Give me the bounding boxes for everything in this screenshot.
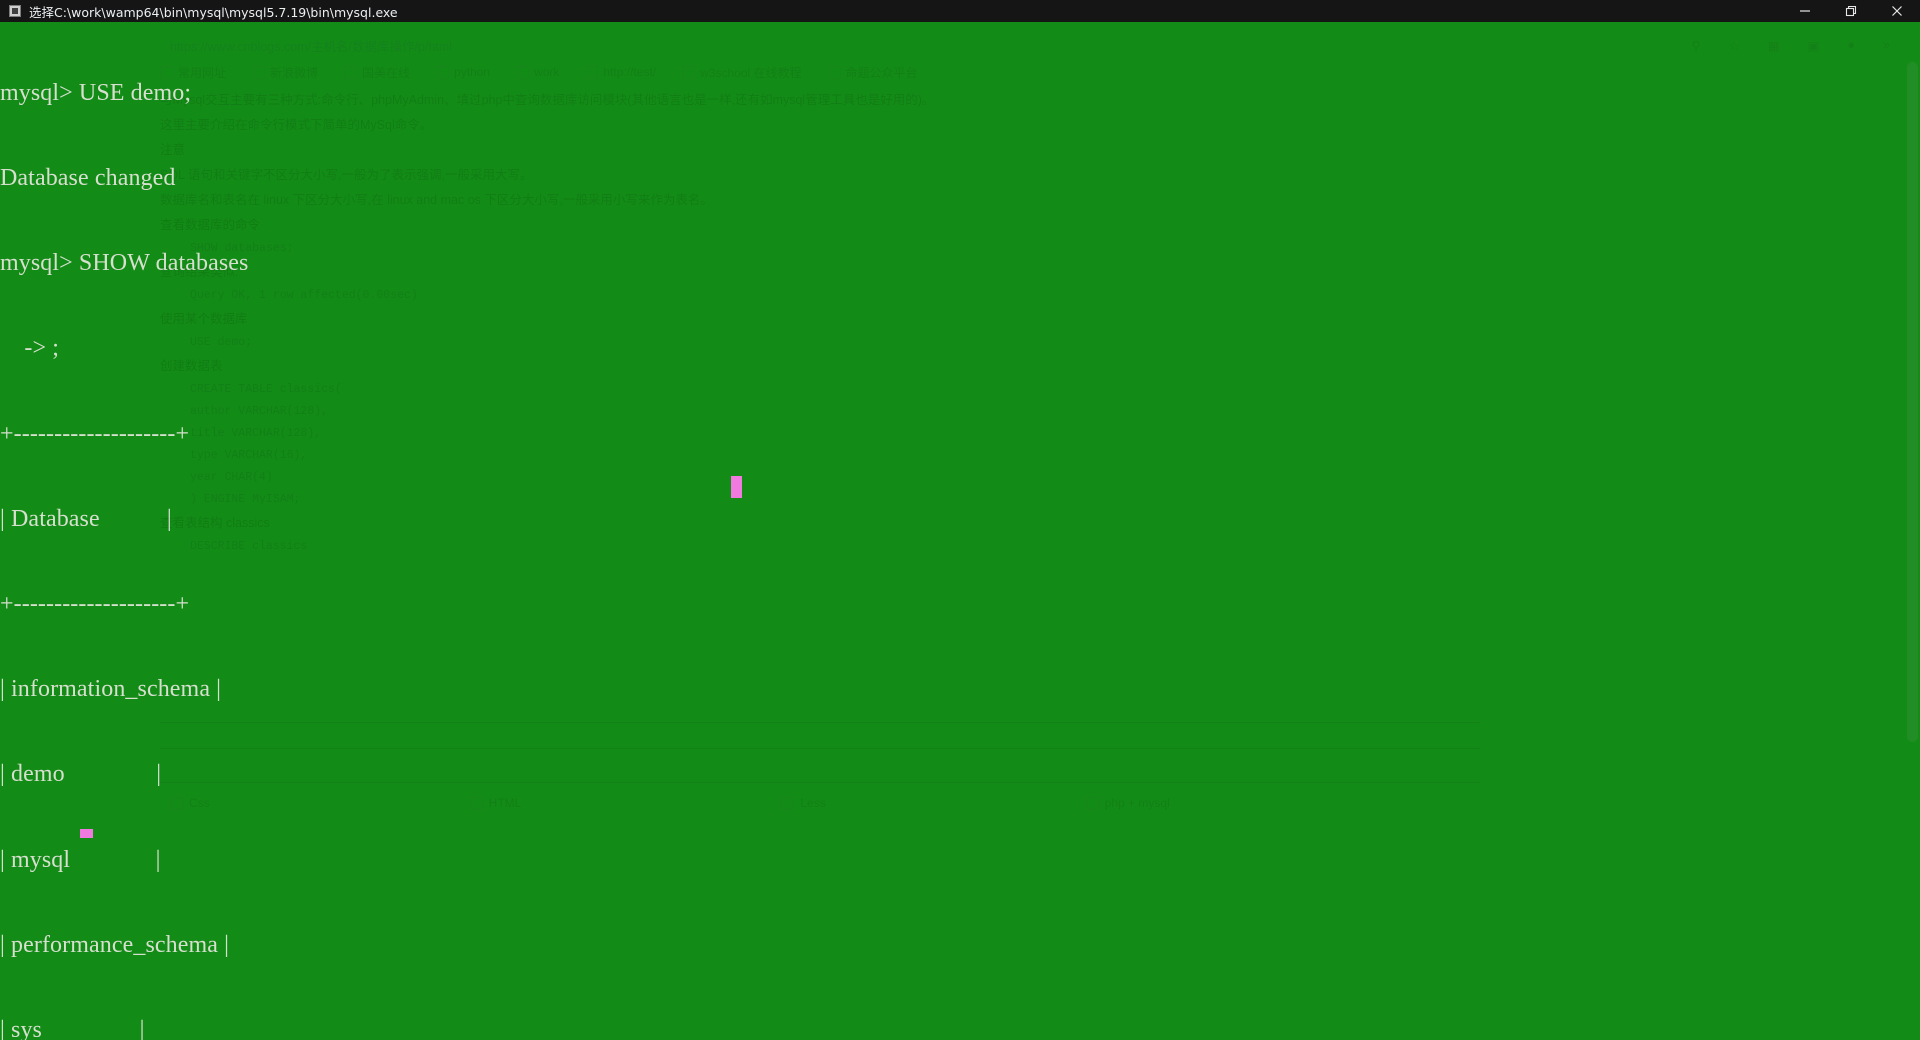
terminal-cursor <box>80 829 93 838</box>
terminal-line: +--------------------+ <box>0 420 190 447</box>
terminal-line: -> ; <box>0 335 59 362</box>
terminal-output[interactable]: mysql> USE demo; Database changed mysql>… <box>0 22 1920 1040</box>
terminal-line: mysql> USE demo; <box>0 79 192 106</box>
console-window: mysql数据库操作 - 博客园 localhost / 127.0.0.1 /… <box>0 0 1920 1040</box>
terminal-line: mysql> SHOW databases <box>0 250 249 277</box>
window-title: 选择C:\work\wamp64\bin\mysql\mysql5.7.19\b… <box>29 4 398 20</box>
terminal-line: | sys | <box>0 1017 145 1040</box>
restore-button[interactable] <box>1828 0 1874 22</box>
terminal-line: | Database | <box>0 505 172 532</box>
minimize-button[interactable] <box>1782 0 1828 22</box>
terminal-line: | performance_schema | <box>0 931 230 958</box>
terminal-line: +--------------------+ <box>0 591 190 618</box>
title-bar[interactable]: 选择C:\work\wamp64\bin\mysql\mysql5.7.19\b… <box>0 0 1920 22</box>
selection-marker <box>731 476 742 498</box>
terminal-line: | mysql | <box>0 846 161 873</box>
terminal-line: Database changed <box>0 165 176 192</box>
console-app-icon <box>9 5 21 17</box>
terminal-line: | information_schema | <box>0 676 222 703</box>
terminal-line: | demo | <box>0 761 162 788</box>
close-button[interactable] <box>1874 0 1920 22</box>
